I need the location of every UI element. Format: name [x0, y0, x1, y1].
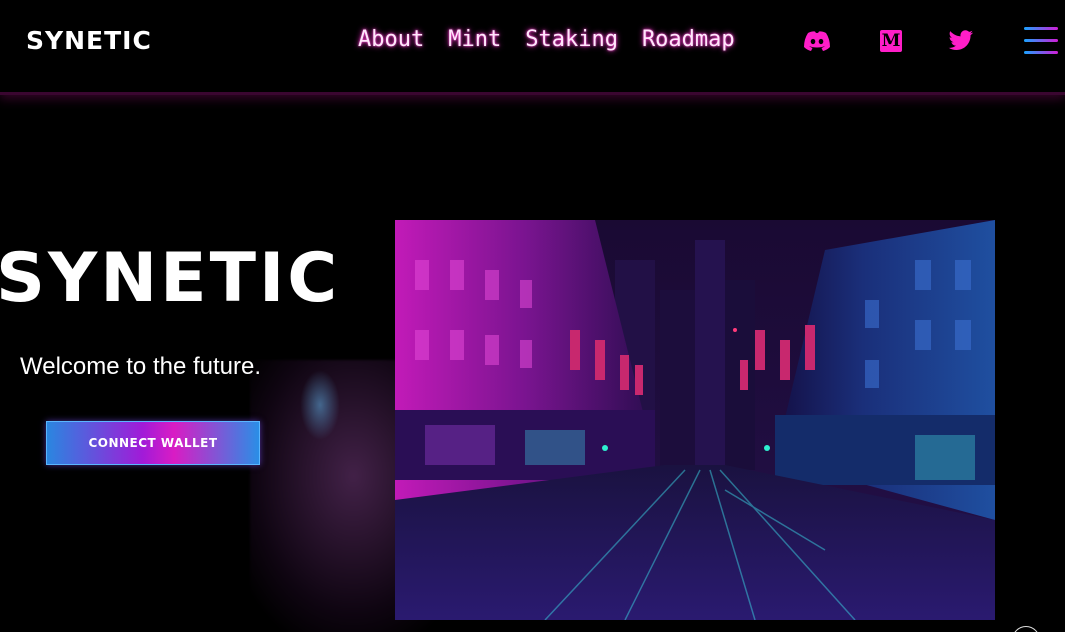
brand-logo[interactable]: SYNETIC — [26, 26, 152, 55]
nav-link-mint[interactable]: Mint — [448, 27, 501, 52]
particle-highlight — [300, 370, 340, 440]
nav-link-roadmap[interactable]: Roadmap — [642, 27, 735, 52]
nav-links: About Mint Staking Roadmap — [358, 27, 735, 52]
twitter-icon[interactable] — [946, 28, 976, 54]
medium-glyph: M — [880, 30, 902, 52]
scroll-indicator-icon[interactable] — [1012, 626, 1040, 632]
discord-icon[interactable] — [802, 28, 832, 54]
medium-icon[interactable]: M — [876, 28, 906, 54]
hero-city-image — [395, 220, 995, 620]
connect-wallet-button[interactable]: CONNECT WALLET — [46, 421, 260, 465]
top-navbar: SYNETIC About Mint Staking Roadmap M — [0, 0, 1065, 95]
hero-tagline: Welcome to the future. — [20, 353, 262, 380]
nav-link-staking[interactable]: Staking — [525, 27, 618, 52]
hamburger-menu-icon[interactable] — [1024, 27, 1058, 55]
hero-title: SYNETIC — [0, 239, 341, 318]
nav-link-about[interactable]: About — [358, 27, 424, 52]
